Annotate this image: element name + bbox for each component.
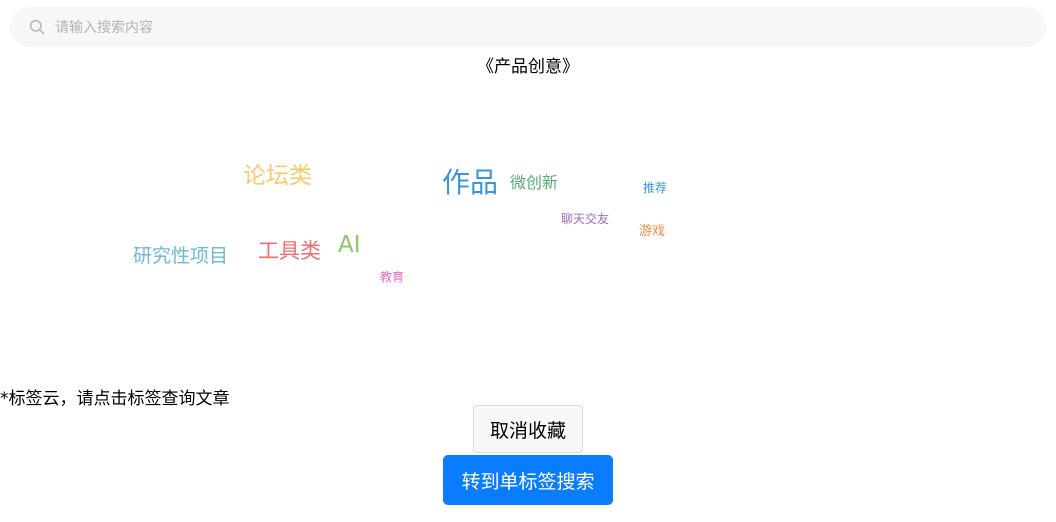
search-bar bbox=[10, 7, 1046, 49]
tag-cloud: 论坛类 作品 微创新 推荐 聊天交友 游戏 研究性项目 工具类 AI 教育 bbox=[0, 80, 1056, 380]
single-tag-search-button[interactable]: 转到单标签搜索 bbox=[443, 455, 613, 505]
page: 《产品创意》 论坛类 作品 微创新 推荐 聊天交友 游戏 研究性项目 工具类 A… bbox=[0, 0, 1056, 522]
tag-jiaoyu[interactable]: 教育 bbox=[380, 271, 404, 283]
search-icon bbox=[29, 19, 45, 35]
uncollect-button[interactable]: 取消收藏 bbox=[473, 405, 583, 453]
tag-luntan[interactable]: 论坛类 bbox=[243, 165, 312, 188]
tag-cloud-hint: *标签云，请点击标签查询文章 bbox=[0, 389, 230, 409]
tag-liaotian[interactable]: 聊天交友 bbox=[561, 213, 609, 225]
search-input[interactable] bbox=[53, 7, 1027, 49]
tag-gongju[interactable]: 工具类 bbox=[258, 241, 321, 262]
tag-yanjiu[interactable]: 研究性项目 bbox=[133, 247, 228, 266]
tag-tuijian[interactable]: 推荐 bbox=[643, 182, 667, 194]
tag-weichuangxin[interactable]: 微创新 bbox=[510, 175, 558, 191]
tag-ai[interactable]: AI bbox=[338, 234, 361, 257]
tag-youxi[interactable]: 游戏 bbox=[639, 225, 665, 238]
page-title: 《产品创意》 bbox=[477, 57, 579, 77]
tag-zuopin[interactable]: 作品 bbox=[442, 169, 498, 197]
